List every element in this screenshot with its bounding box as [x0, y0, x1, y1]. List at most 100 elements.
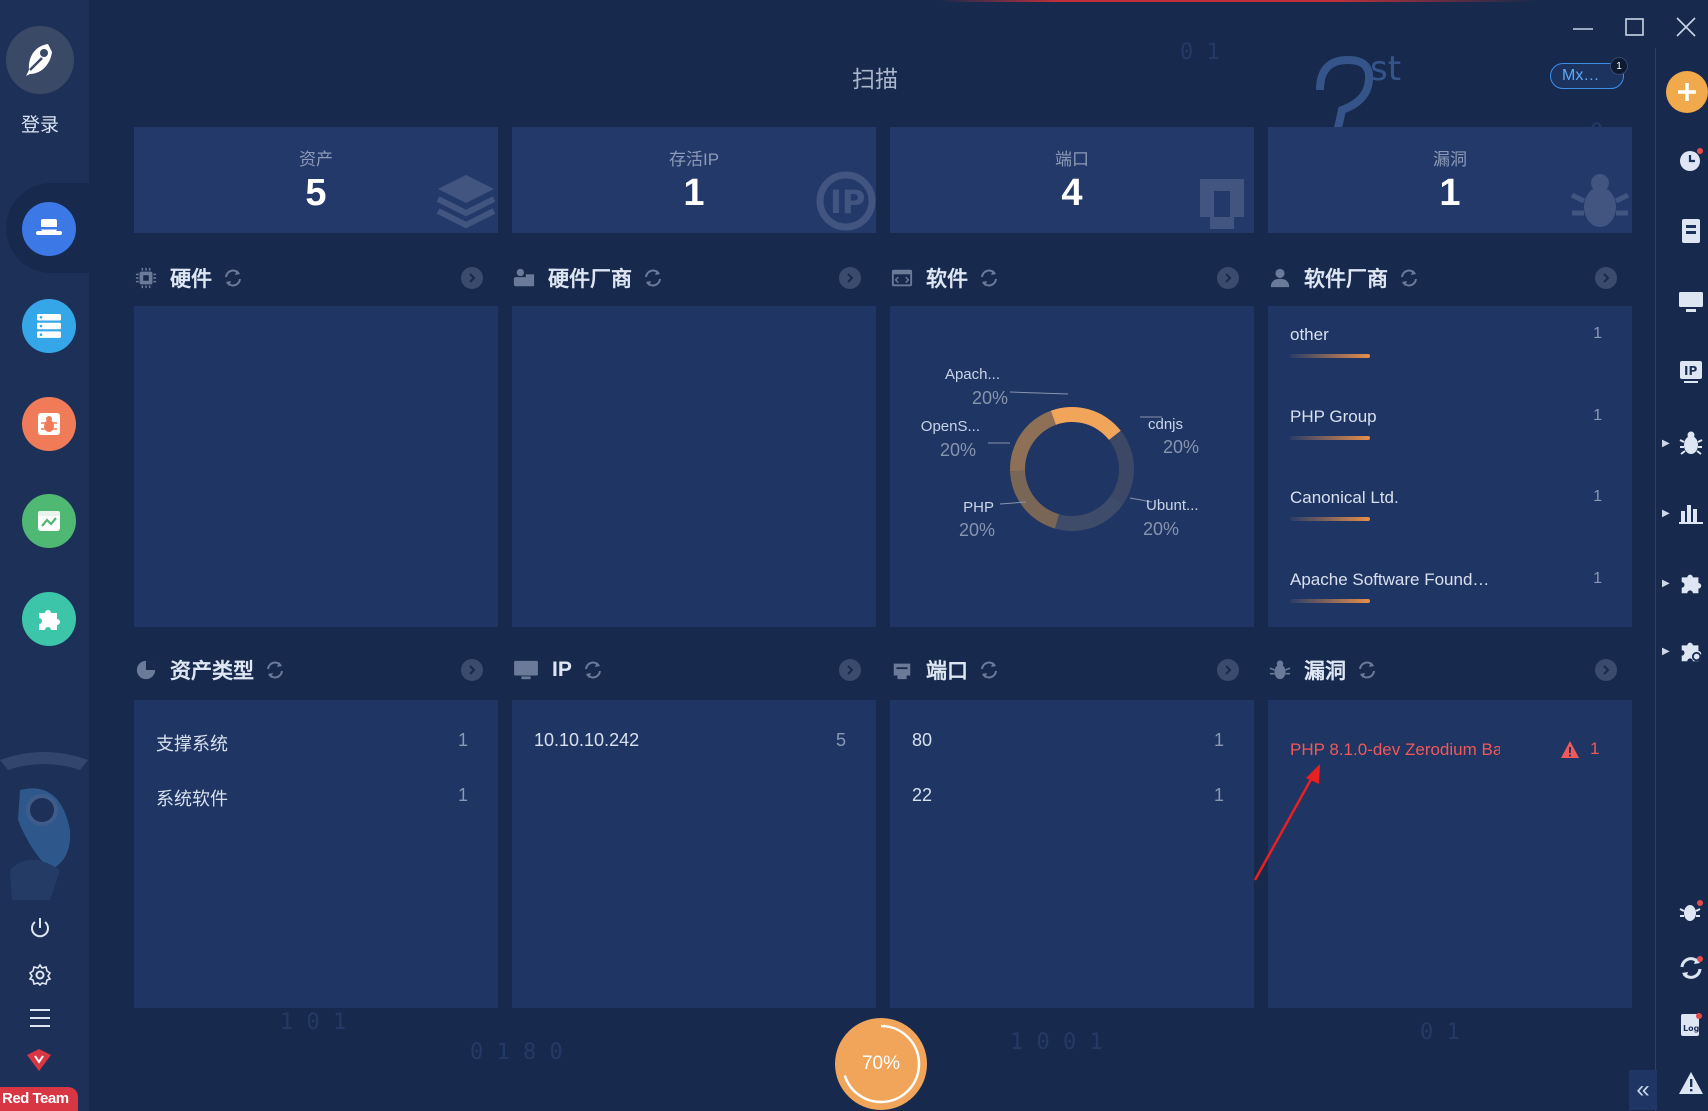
monitor-button[interactable]: [1676, 287, 1706, 317]
puzzle-gear-icon: [1681, 642, 1702, 662]
plugin-button[interactable]: [1676, 568, 1706, 598]
chevron-right-icon: [469, 273, 476, 283]
vendor-count: 1: [1593, 407, 1602, 424]
stat-card-ports[interactable]: 端口 4: [890, 127, 1254, 233]
nav-reports-button[interactable]: [22, 494, 76, 548]
ip-panel: 10.10.10.242 5: [512, 700, 876, 1008]
refresh-icon[interactable]: [978, 659, 1000, 681]
bug-icon: [1679, 431, 1703, 455]
top-accent-line: [0, 0, 1708, 2]
donut-slice[interactable]: [1109, 430, 1134, 504]
layers-icon: [436, 175, 496, 229]
more-button[interactable]: [1217, 267, 1239, 289]
more-button[interactable]: [839, 267, 861, 289]
chevron-right-icon: [1603, 665, 1610, 675]
nav-scan-button[interactable]: [22, 202, 76, 256]
stat-card-assets[interactable]: 资产 5: [134, 127, 498, 233]
donut-label: OpenS...: [920, 418, 980, 435]
document-button[interactable]: [1676, 216, 1706, 246]
list-item[interactable]: 80 1: [912, 730, 1232, 756]
refresh-icon[interactable]: [1398, 267, 1420, 289]
matrix-decoration: 0 1: [1180, 40, 1220, 65]
donut-pct: 20%: [959, 520, 996, 540]
nav-plugins-button[interactable]: [22, 592, 76, 646]
more-button[interactable]: [1217, 659, 1239, 681]
list-item[interactable]: 系统软件 1: [156, 785, 476, 811]
vuln-scan-button[interactable]: [1676, 428, 1706, 458]
vendor-row[interactable]: other 1: [1290, 325, 1610, 365]
ip-button[interactable]: IP: [1676, 357, 1706, 387]
caret-right-icon: ▶: [1662, 646, 1670, 657]
list-item[interactable]: 支撑系统 1: [156, 730, 476, 756]
vendor-row[interactable]: PHP Group 1: [1290, 407, 1610, 447]
warning-button[interactable]: [1676, 1068, 1706, 1098]
section-header-vuln: 漏洞: [1268, 656, 1378, 684]
login-label[interactable]: 登录: [0, 110, 80, 137]
close-button[interactable]: [1670, 10, 1702, 42]
software-vendor-panel: other 1 PHP Group 1 Canonical Ltd. 1 Apa…: [1268, 306, 1632, 627]
vendor-bar: [1290, 436, 1370, 440]
log-button[interactable]: Log: [1676, 1010, 1706, 1040]
section-header-hardware: 硬件: [134, 264, 244, 292]
vendor-name: Apache Software Found…: [1290, 570, 1490, 589]
stat-card-alive-ip[interactable]: 存活IP 1 IP: [512, 127, 876, 233]
list-item[interactable]: 22 1: [912, 785, 1232, 811]
bug-alert-button[interactable]: [1676, 896, 1706, 926]
nav-vulns-button[interactable]: [22, 397, 76, 451]
software-donut-chart[interactable]: [890, 306, 1254, 627]
vuln-name[interactable]: PHP 8.1.0-dev Zerodium Backdoor: [1290, 740, 1500, 760]
hamburger-icon: [30, 1009, 50, 1027]
donut-slice[interactable]: [1010, 470, 1060, 529]
minimize-button[interactable]: [1567, 10, 1599, 42]
stat-label: 资产: [299, 150, 333, 169]
more-button[interactable]: [1595, 659, 1617, 681]
refresh-icon[interactable]: [978, 267, 1000, 289]
annotation-arrow-icon: [1253, 764, 1320, 881]
stat-card-vulns[interactable]: 漏洞 1: [1268, 127, 1632, 233]
list-item-count: 1: [457, 785, 468, 805]
refresh-icon[interactable]: [642, 267, 664, 289]
sync-button[interactable]: [1676, 953, 1706, 983]
bug-icon: [1570, 174, 1630, 227]
menu-button[interactable]: [22, 1003, 58, 1033]
more-button[interactable]: [839, 659, 861, 681]
chip-icon: [135, 267, 157, 289]
refresh-icon[interactable]: [264, 659, 286, 681]
monitor-icon: [514, 660, 538, 680]
more-button[interactable]: [461, 659, 483, 681]
donut-slice[interactable]: [1054, 495, 1124, 531]
collapse-button[interactable]: «: [1629, 1070, 1657, 1110]
donut-slice[interactable]: [1010, 410, 1056, 472]
refresh-icon[interactable]: [222, 267, 244, 289]
settings-button[interactable]: [22, 960, 58, 990]
puzzle-icon: [1681, 574, 1702, 594]
list-item[interactable]: 10.10.10.242 5: [534, 730, 854, 756]
vendor-row[interactable]: Canonical Ltd. 1: [1290, 488, 1610, 528]
vendor-bar: [1290, 599, 1370, 603]
ip-icon: IP: [1680, 361, 1702, 383]
user-badge: 1: [1610, 57, 1628, 75]
stat-label: 端口: [1055, 150, 1089, 169]
vendor-row[interactable]: Apache Software Found… 1: [1290, 570, 1610, 610]
more-button[interactable]: [461, 267, 483, 289]
refresh-icon[interactable]: [582, 659, 604, 681]
page-title: 扫描: [852, 66, 898, 92]
donut-slice[interactable]: [1050, 407, 1121, 441]
server-icon: [37, 314, 61, 338]
stat-label: 存活IP: [668, 150, 720, 169]
chevron-right-icon: [847, 665, 854, 675]
document-icon: [1682, 219, 1700, 243]
statistics-button[interactable]: [1676, 498, 1706, 528]
app-logo[interactable]: [6, 26, 74, 94]
plugin-settings-button[interactable]: [1676, 636, 1706, 666]
more-button[interactable]: [1595, 267, 1617, 289]
history-button[interactable]: [1676, 145, 1706, 175]
nav-assets-button[interactable]: [22, 299, 76, 353]
brand-watermark-logo: st: [1316, 50, 1401, 129]
power-button[interactable]: [22, 913, 58, 943]
section-header-ip: IP: [512, 656, 604, 684]
svg-text:Log: Log: [1683, 1024, 1700, 1033]
refresh-icon[interactable]: [1356, 659, 1378, 681]
section-title: 端口: [926, 660, 968, 683]
maximize-button[interactable]: [1619, 10, 1651, 42]
